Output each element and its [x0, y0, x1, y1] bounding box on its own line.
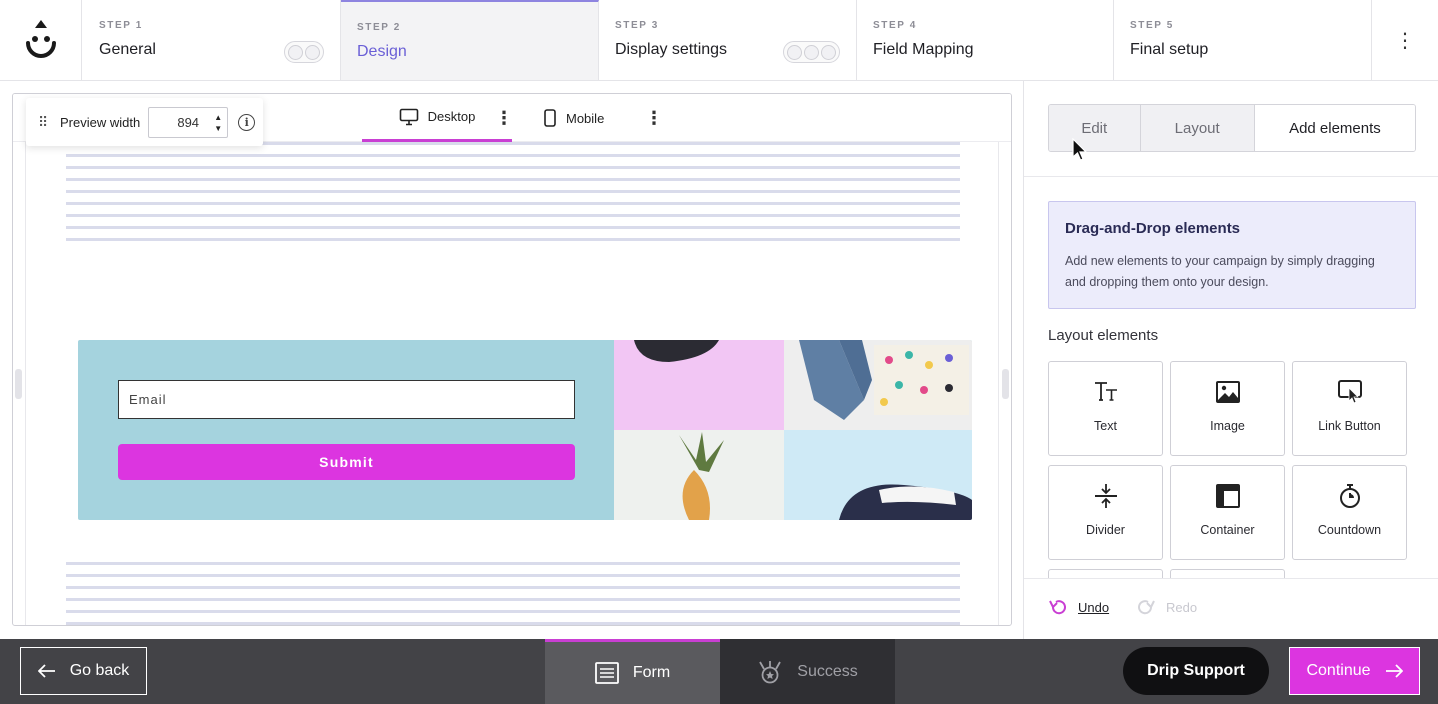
preview-width-control: ⠿ Preview width 894 ▲ ▼ i: [26, 98, 263, 146]
collage-image: [614, 340, 972, 520]
divider-icon: [1094, 484, 1117, 508]
text-icon: [1094, 382, 1117, 401]
form-icon: [594, 662, 619, 684]
element-label: Image: [1210, 419, 1245, 433]
element-image[interactable]: Image: [1170, 361, 1285, 456]
tab-form-label: Form: [632, 664, 671, 681]
preview-width-value: 894: [177, 114, 200, 130]
step-design[interactable]: STEP 2 Design: [341, 0, 599, 80]
email-field[interactable]: Email: [118, 380, 575, 419]
undo-button[interactable]: Undo: [1048, 598, 1109, 616]
element-label: Container: [1200, 523, 1255, 537]
panel-divider: [1024, 176, 1438, 177]
continue-label: Continue: [1306, 662, 1371, 679]
mobile-options-icon[interactable]: ⋮: [645, 108, 663, 129]
step-field-mapping[interactable]: STEP 4 Field Mapping: [857, 0, 1114, 80]
placeholder-lines-bottom: [66, 562, 960, 625]
mouse-cursor-icon: [1072, 138, 1088, 161]
drip-logo-icon: [25, 20, 56, 58]
step-final-setup[interactable]: STEP 5 Final setup: [1114, 0, 1372, 80]
tab-form[interactable]: Form: [545, 639, 720, 704]
info-icon[interactable]: i: [238, 113, 256, 131]
resize-handle-left[interactable]: [15, 369, 22, 399]
go-back-label: Go back: [69, 662, 130, 679]
drag-and-drop-info: Drag-and-Drop elements Add new elements …: [1048, 201, 1416, 309]
element-card-partial[interactable]: [1170, 569, 1285, 578]
tab-add-elements[interactable]: Add elements: [1254, 105, 1415, 151]
submit-button[interactable]: Submit: [118, 444, 575, 480]
element-container[interactable]: Container: [1170, 465, 1285, 560]
stepper-arrows-icon[interactable]: ▲ ▼: [214, 112, 222, 134]
tab-desktop-label: Desktop: [427, 109, 476, 124]
redo-label: Redo: [1166, 599, 1198, 615]
info-title: Drag-and-Drop elements: [1065, 220, 1241, 237]
undo-label: Undo: [1078, 599, 1110, 615]
tab-desktop[interactable]: Desktop: [362, 94, 512, 142]
element-label: Text: [1094, 419, 1117, 433]
step-number: STEP 1: [99, 20, 143, 31]
element-card-partial[interactable]: [1048, 569, 1163, 578]
drip-support-button[interactable]: Drip Support: [1123, 647, 1269, 695]
step-status-indicator: [284, 41, 324, 63]
tab-success-label: Success: [797, 662, 858, 680]
panel-divider: [1024, 578, 1438, 579]
desktop-options-icon[interactable]: ⋮: [495, 108, 513, 129]
link-button-icon: [1337, 380, 1362, 404]
element-label: Countdown: [1317, 523, 1382, 537]
arrow-left-icon: [37, 664, 55, 678]
tab-mobile[interactable]: Mobile: [543, 94, 604, 142]
panel-tabs: Edit Layout Add elements: [1048, 104, 1416, 152]
layout-elements-heading: Layout elements: [1048, 327, 1159, 344]
bottom-bar: Go back Form Success Drip Support Contin…: [0, 639, 1438, 704]
drag-handle-icon[interactable]: ⠿: [38, 114, 54, 131]
redo-button[interactable]: Redo: [1136, 598, 1197, 616]
element-text[interactable]: Text: [1048, 361, 1163, 456]
arrow-right-icon: [1385, 664, 1403, 678]
preview-width-label: Preview width: [60, 114, 141, 130]
step-number: STEP 2: [357, 22, 401, 33]
tab-layout[interactable]: Layout: [1140, 105, 1255, 151]
design-canvas: Desktop ⋮ Mobile ⋮ ⠿ Preview width 894 ▲…: [12, 93, 1012, 626]
desktop-icon: [399, 108, 418, 125]
go-back-button[interactable]: Go back: [20, 647, 147, 695]
step-name: Field Mapping: [873, 41, 974, 58]
step-status-indicator: [783, 41, 840, 63]
elements-list: Text Image Link Button Divider Container…: [1048, 361, 1418, 578]
undo-icon: [1049, 600, 1066, 615]
info-description: Add new elements to your campaign by sim…: [1065, 254, 1375, 289]
preview-width-input[interactable]: 894 ▲ ▼: [148, 106, 229, 138]
step-general[interactable]: STEP 1 General: [83, 0, 341, 80]
signup-form-block[interactable]: Email Submit: [78, 340, 972, 520]
step-number: STEP 4: [873, 20, 917, 31]
more-options-icon[interactable]: ⋮: [1372, 0, 1438, 80]
element-label: Link Button: [1318, 419, 1381, 433]
placeholder-lines-top: [66, 142, 960, 250]
stopwatch-icon: [1339, 484, 1360, 508]
tab-mobile-label: Mobile: [566, 110, 605, 126]
stepper-bar: STEP 1 General STEP 2 Design STEP 3 Disp…: [0, 0, 1438, 81]
element-link-button[interactable]: Link Button: [1292, 361, 1407, 456]
continue-button[interactable]: Continue: [1289, 647, 1420, 695]
element-divider[interactable]: Divider: [1048, 465, 1163, 560]
tab-edit[interactable]: Edit: [1049, 105, 1141, 151]
element-label: Divider: [1086, 523, 1125, 537]
element-countdown[interactable]: Countdown: [1292, 465, 1407, 560]
success-badge-icon: [759, 660, 782, 683]
image-icon: [1215, 381, 1240, 403]
resize-handle-right[interactable]: [1002, 369, 1009, 399]
editor-panel: Edit Layout Add elements Drag-and-Drop e…: [1023, 81, 1438, 639]
drip-logo[interactable]: [0, 0, 82, 80]
redo-icon: [1138, 600, 1155, 615]
page-preview: Email Submit: [25, 142, 999, 625]
container-icon: [1215, 484, 1240, 508]
step-number: STEP 3: [615, 20, 659, 31]
tab-success[interactable]: Success: [720, 639, 895, 704]
mobile-icon: [544, 109, 556, 127]
step-name: Design: [357, 43, 407, 60]
step-name: Final setup: [1130, 41, 1209, 58]
step-number: STEP 5: [1130, 20, 1174, 31]
step-display-settings[interactable]: STEP 3 Display settings: [599, 0, 857, 80]
